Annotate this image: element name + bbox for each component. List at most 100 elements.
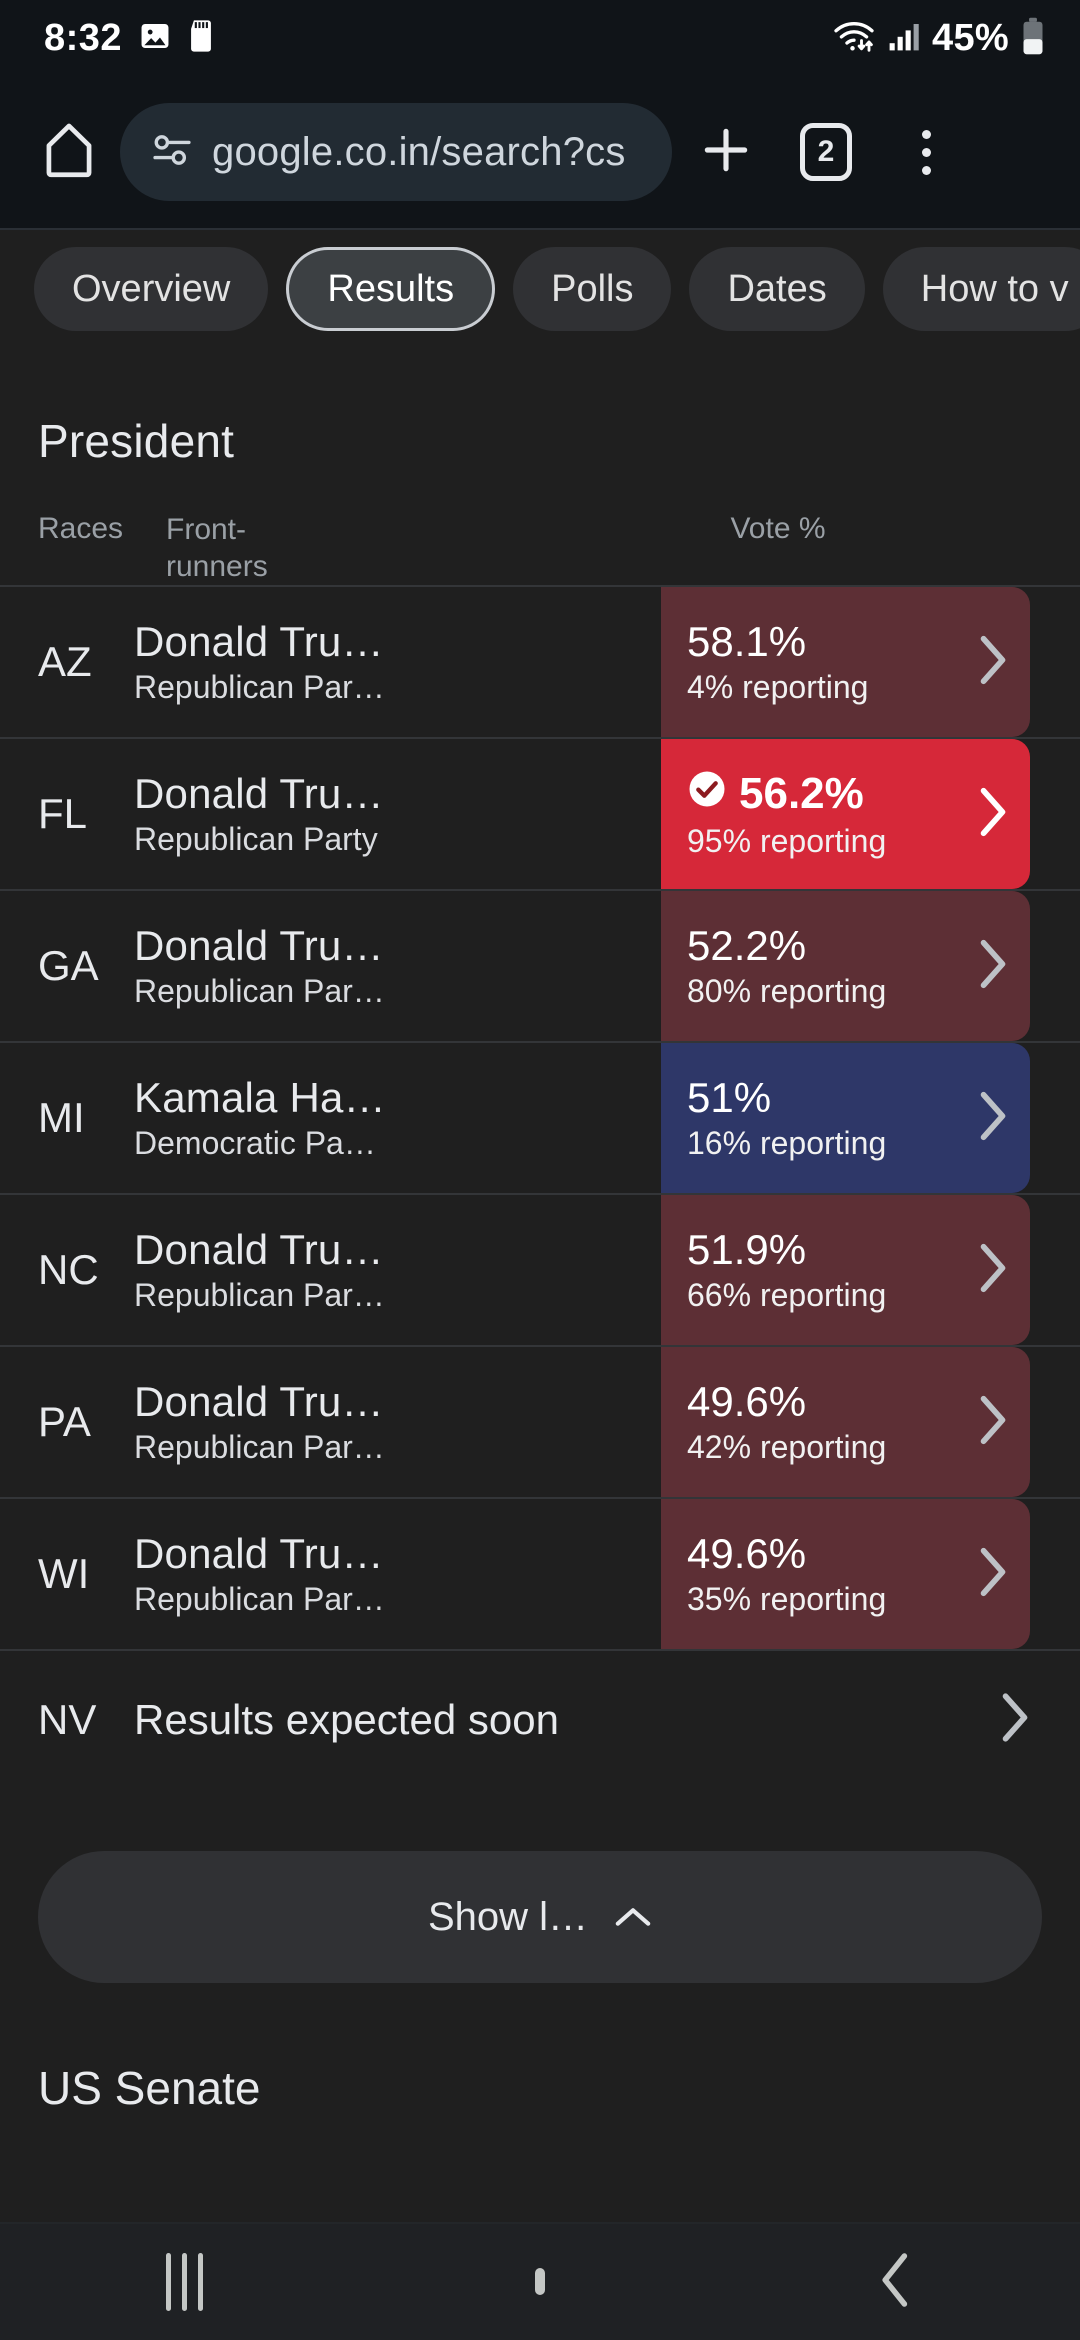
row-left: PA Donald Tru… Republican Par… [0,1347,661,1497]
chevron-right-icon [976,1090,1010,1147]
table-header-row: Races Front- runners Vote % [0,512,1080,585]
chevron-right-icon [976,1546,1010,1603]
candidate-party: Democratic Pa… [134,1124,376,1161]
state-abbrev: FL [38,790,88,838]
home-icon [42,121,96,184]
address-bar-text: google.co.in/search?cs [212,129,626,174]
table-row-pending[interactable]: NV Results expected soon [0,1649,1080,1789]
chip-results[interactable]: Results [286,247,496,331]
vote-percent-wrap: 49.6% [687,1529,886,1577]
battery-percent: 45% [932,16,1009,59]
show-more-button[interactable]: Show l… [38,1851,1042,1984]
candidate-party: Republican Par… [134,1580,385,1617]
status-bar-left: 8:32 [44,17,214,60]
candidate-party: Republican Par… [134,1276,385,1313]
table-row[interactable]: AZ Donald Tru… Republican Par… 58.1% 4% repo… [0,585,1080,738]
vote-bar[interactable]: 49.6% 42% reporting [661,1347,1030,1498]
candidate-party: Republican Par… [134,668,385,705]
table-row[interactable]: WI Donald Tru… Republican Par… 49.6% 35% rep… [0,1497,1080,1650]
reporting-percent: 42% reporting [687,1428,887,1465]
chip-label: Overview [72,267,231,310]
column-header-frontrunners-line1: Front- [166,513,247,546]
table-row[interactable]: PA Donald Tru… Republican Par… 49.6% 42% rep… [0,1345,1080,1498]
chevron-right-icon [976,786,1010,843]
vote-bar[interactable]: 51.9% 66% reporting [661,1195,1030,1346]
table-row[interactable]: GA Donald Tru… Republican Par… 52.2% 80% rep… [0,889,1080,1042]
candidate-block: Kamala Ha… Democratic Pa… [134,1074,386,1161]
vote-bar[interactable]: 58.1% 4% reporting [661,587,1030,738]
state-abbrev: AZ [38,638,92,686]
vote-percent-wrap: 51% [687,1074,886,1121]
vote-percent-wrap: 56.2% [687,769,886,819]
column-header-vote: Vote % [730,512,826,545]
reporting-percent: 35% reporting [687,1580,887,1617]
android-nav-bar[interactable] [0,2222,1080,2340]
state-abbrev: NC [38,1246,99,1294]
president-results-table: Races Front- runners Vote % AZ Donald Tru… [0,512,1080,1789]
chip-overview[interactable]: Overview [34,247,269,331]
candidate-block: Donald Tru… Republican Party [134,770,384,857]
chevron-right-icon [998,1692,1032,1749]
column-header-races: Races [38,512,124,545]
vote-bar[interactable]: 49.6% 35% reporting [661,1499,1030,1650]
vote-percent-wrap: 51.9% [687,1226,886,1273]
table-row[interactable]: MI Kamala Ha… Democratic Pa… 51% 16% reporti… [0,1041,1080,1194]
chevron-right-icon [976,938,1010,995]
chip-label: Results [327,267,455,310]
vote-percent: 49.6% [687,1377,807,1425]
recents-button[interactable] [166,2253,204,2311]
winner-check-icon [687,769,727,819]
state-abbrev: MI [38,1094,85,1142]
chip-dates[interactable]: Dates [689,247,865,331]
table-row[interactable]: NC Donald Tru… Republican Par… 51.9% 66% rep… [0,1193,1080,1346]
home-button[interactable] [26,121,112,184]
site-settings-icon[interactable] [150,132,194,173]
filter-chip-bar[interactable]: Overview Results Polls Dates How to v [0,230,1080,348]
status-bar: 8:32 45% [0,0,1080,76]
show-more-label: Show l… [427,1894,589,1939]
chip-how-to-vote[interactable]: How to v [882,247,1080,331]
vote-values: 52.2% 80% reporting [687,921,887,1010]
new-tab-button[interactable] [680,106,772,198]
reporting-percent: 66% reporting [687,1276,887,1313]
status-time: 8:32 [44,16,123,59]
row-left: FL Donald Tru… Republican Party [0,739,661,889]
vote-percent-wrap: 52.2% [687,921,886,969]
candidate-name: Donald Tru… [134,770,384,818]
state-abbrev: GA [38,942,99,990]
back-button[interactable] [878,2251,914,2314]
tab-count-badge: 2 [800,123,852,181]
vote-bar[interactable]: 51% 16% reporting [661,1043,1030,1194]
state-abbrev: PA [38,1398,91,1446]
reporting-percent: 80% reporting [687,972,887,1009]
overflow-menu-button[interactable] [880,106,972,198]
vote-values: 58.1% 4% reporting [687,617,868,706]
row-left: GA Donald Tru… Republican Par… [0,891,661,1041]
tab-switcher-button[interactable]: 2 [780,106,872,198]
vote-bar[interactable]: 56.2% 95% reporting [661,739,1030,890]
candidate-block: Donald Tru… Republican Par… [134,1530,385,1617]
wifi-icon [832,18,876,59]
candidate-block: Donald Tru… Republican Par… [134,1378,385,1465]
chevron-up-icon [614,1895,652,1940]
vote-values: 49.6% 35% reporting [687,1529,887,1618]
recents-icon [166,2253,204,2311]
candidate-name: Kamala Ha… [134,1074,386,1122]
vote-percent: 49.6% [687,1529,807,1577]
row-left: MI Kamala Ha… Democratic Pa… [0,1043,661,1193]
status-bar-right: 45% [832,17,1046,60]
vote-percent: 58.1% [687,617,807,665]
row-left: AZ Donald Tru… Republican Par… [0,587,661,737]
vote-bar[interactable]: 52.2% 80% reporting [661,891,1030,1042]
candidate-block: Donald Tru… Republican Par… [134,1226,385,1313]
candidate-name: Donald Tru… [134,618,384,666]
show-more-wrap: Show l… [0,1789,1080,1984]
vote-values: 51% 16% reporting [687,1074,886,1162]
home-button-nav[interactable] [535,2268,546,2295]
candidate-party: Republican Party [134,820,378,857]
vote-percent: 52.2% [687,921,807,969]
table-row[interactable]: FL Donald Tru… Republican Party 56.2% 95% re… [0,737,1080,890]
column-header-frontrunners: Front- runners [166,512,586,585]
chip-polls[interactable]: Polls [513,247,672,331]
address-bar[interactable]: google.co.in/search?cs [120,103,672,201]
